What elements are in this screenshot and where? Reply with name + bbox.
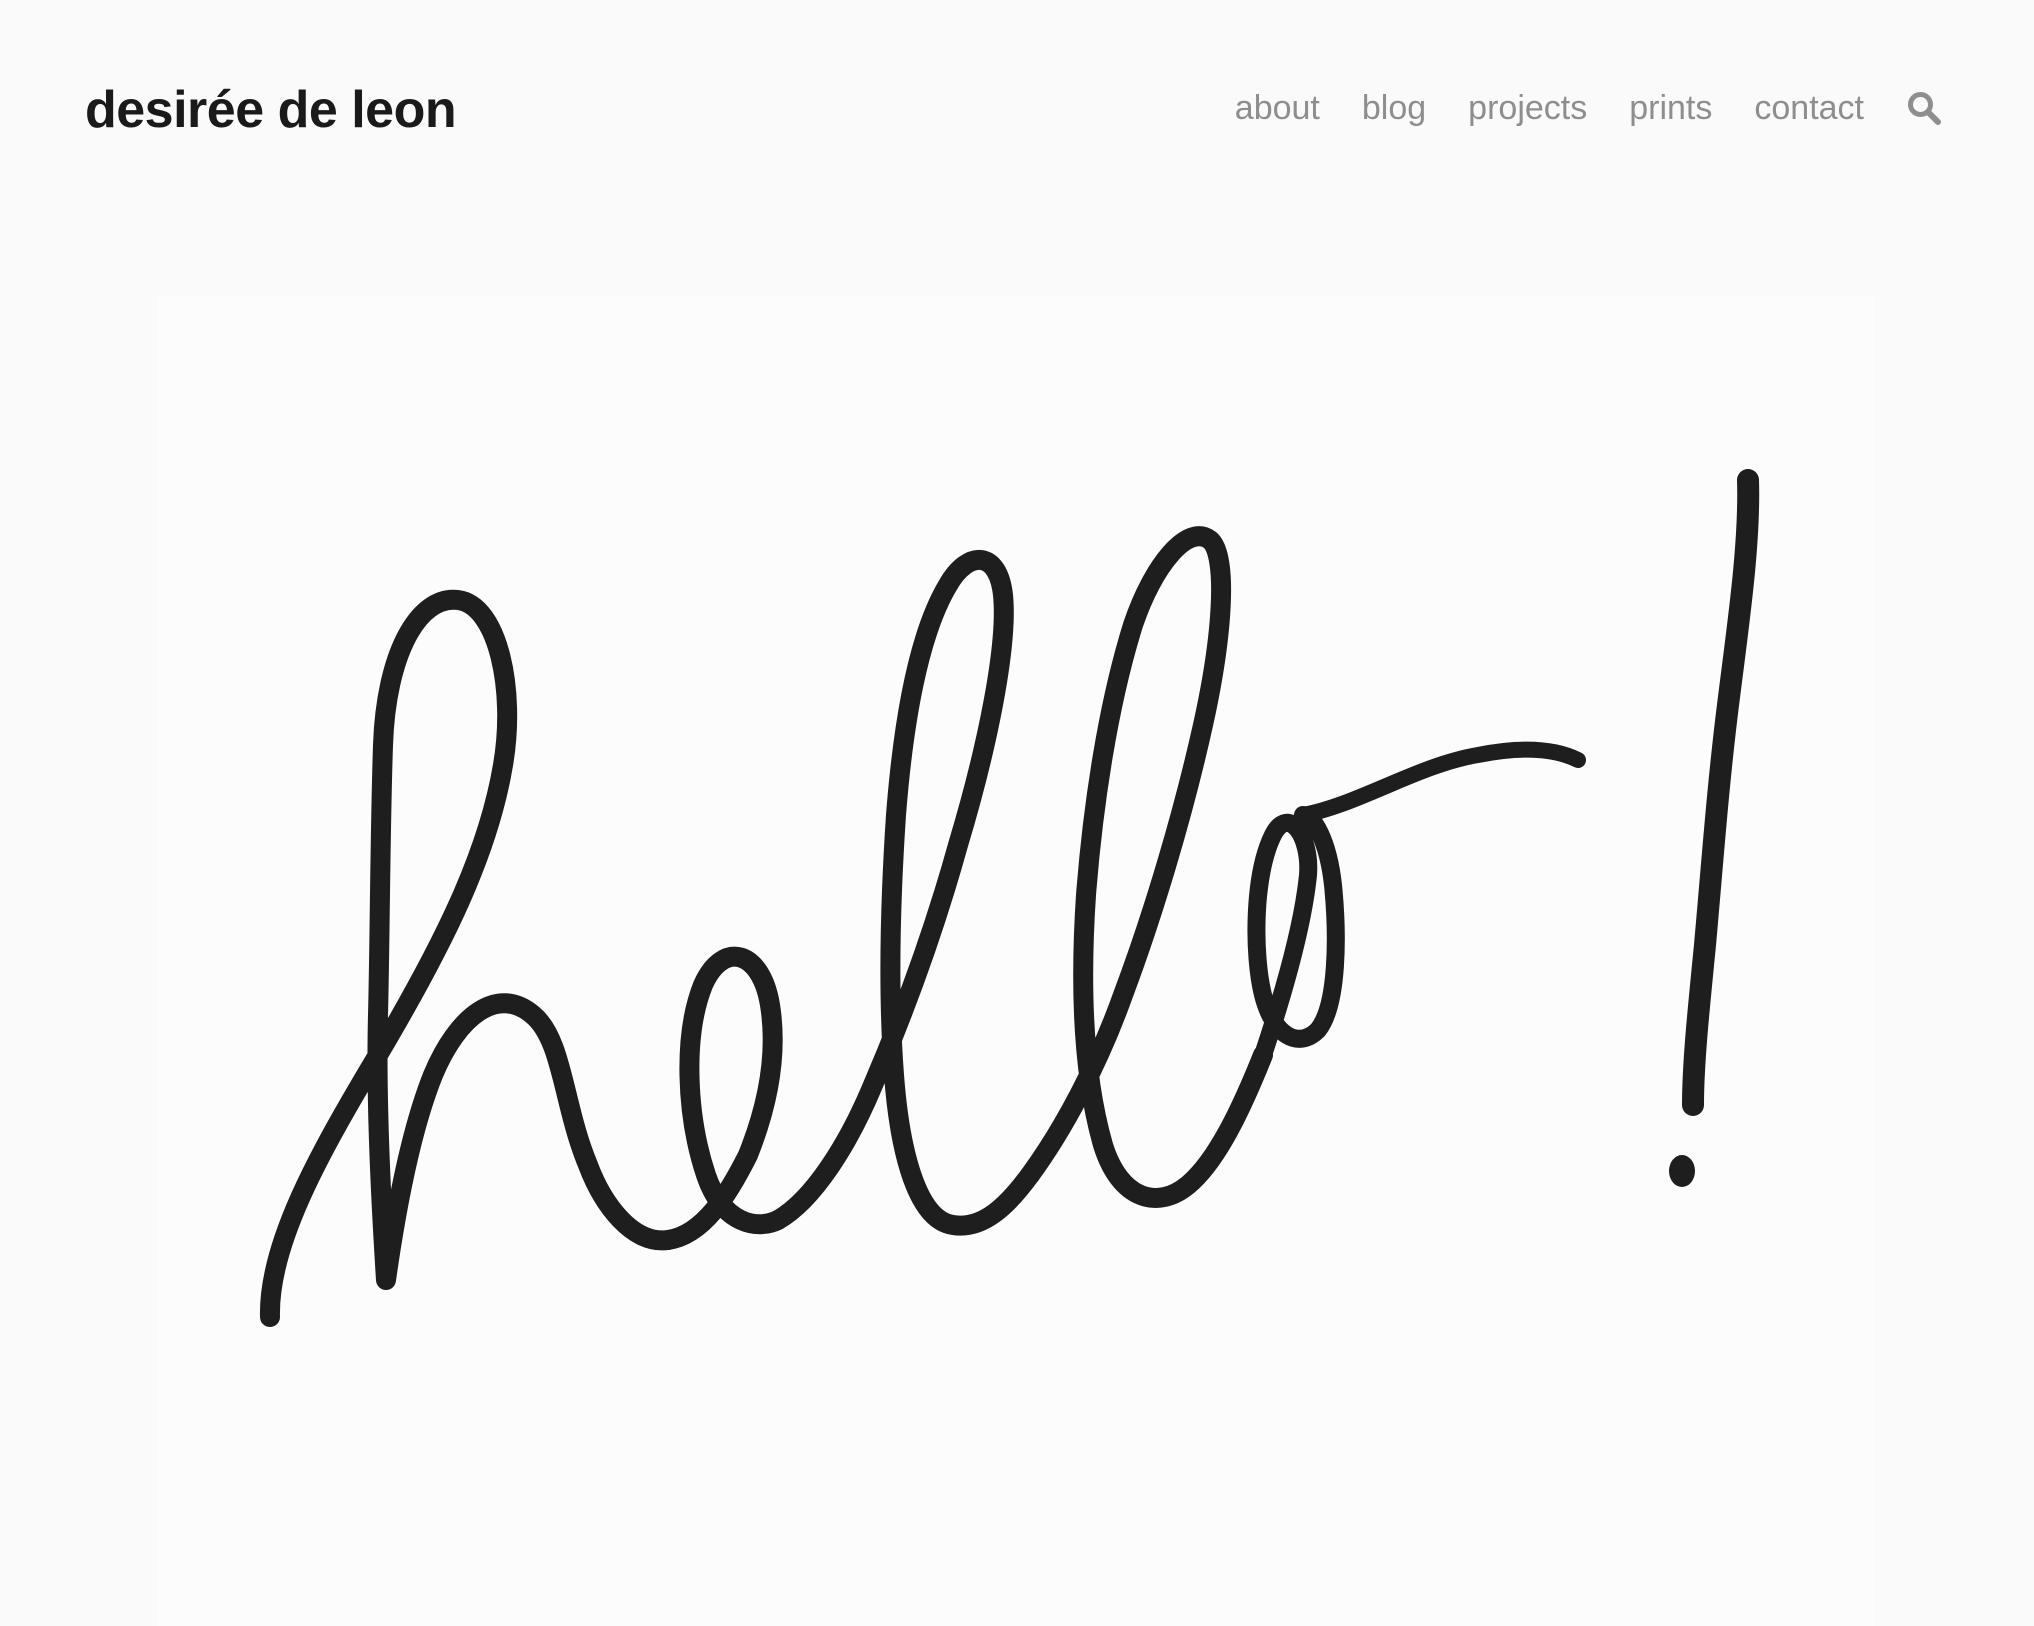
site-header: desirée de leon about blog projects prin… (0, 0, 2034, 230)
hero-image: hello! (158, 295, 1874, 1626)
page: desirée de leon about blog projects prin… (0, 0, 2034, 1626)
nav-about[interactable]: about (1235, 89, 1320, 128)
nav-blog[interactable]: blog (1362, 89, 1426, 128)
nav-contact[interactable]: contact (1754, 89, 1864, 128)
search-icon[interactable] (1904, 88, 1944, 128)
site-title[interactable]: desirée de leon (85, 80, 457, 140)
main-nav: about blog projects prints contact (1235, 88, 1944, 128)
nav-prints[interactable]: prints (1629, 89, 1712, 128)
nav-projects[interactable]: projects (1468, 89, 1587, 128)
hello-lettering (259, 469, 1760, 1327)
